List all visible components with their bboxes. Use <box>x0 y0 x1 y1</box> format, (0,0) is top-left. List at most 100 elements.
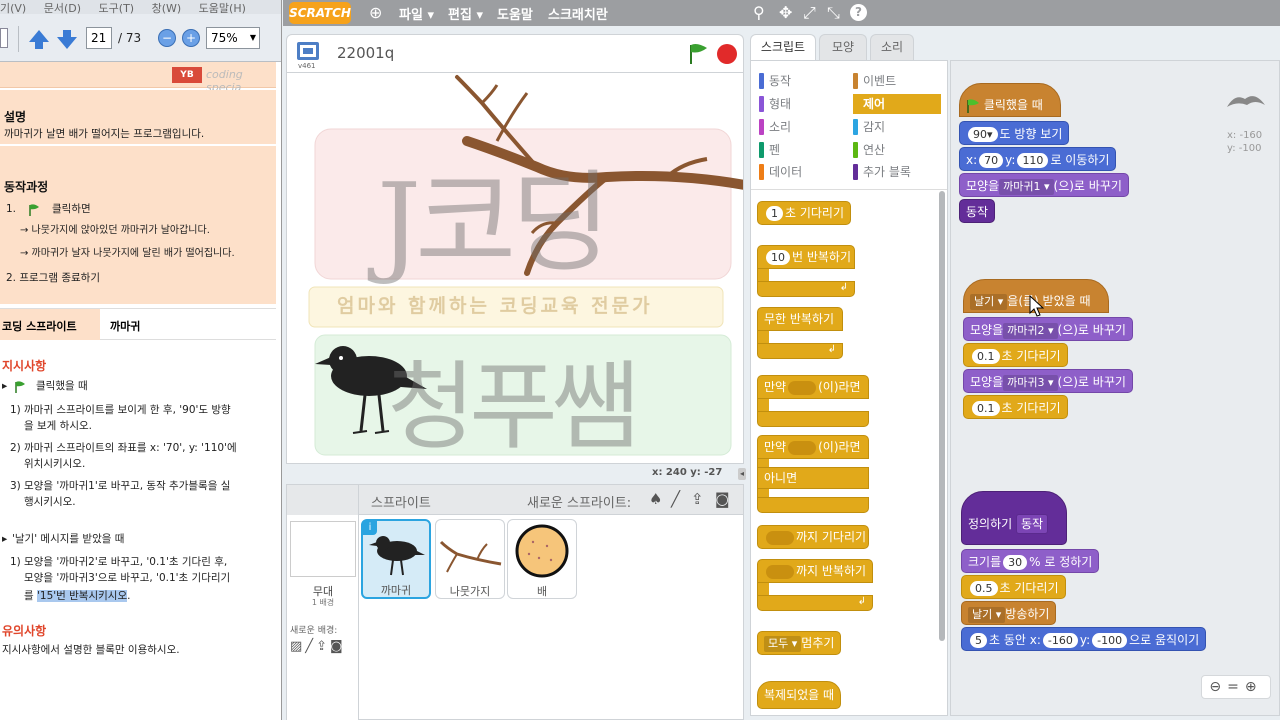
block-stop[interactable]: 모두 ▾ 멈추기 <box>757 631 842 655</box>
menu-edit[interactable]: 편집 ▾ <box>448 4 483 23</box>
repeat-input[interactable]: 10 <box>766 250 790 265</box>
x-input[interactable]: 70 <box>979 153 1004 168</box>
message-dropdown[interactable]: 날기 ▾ <box>970 293 1008 310</box>
category-more-blocks[interactable]: 추가 블록 <box>853 162 911 182</box>
stop-icon[interactable] <box>717 44 737 64</box>
prev-page-icon[interactable] <box>29 30 49 42</box>
zoom-out-icon[interactable]: ⊖ <box>1209 679 1227 695</box>
category-sensing[interactable]: 감지 <box>853 117 885 137</box>
category-data[interactable]: 데이터 <box>759 162 802 182</box>
block-if-else[interactable]: 만약 (이)라면 <box>757 435 869 459</box>
palette-scrollbar[interactable] <box>939 191 945 641</box>
condition-slot[interactable] <box>766 530 794 545</box>
costume-dropdown[interactable]: 까마귀2 ▾ <box>1003 322 1058 339</box>
category-sound[interactable]: 소리 <box>759 117 791 137</box>
block-repeat-until[interactable]: 까지 반복하기 <box>757 559 873 583</box>
y-input[interactable]: 110 <box>1017 153 1049 168</box>
sprite-branch[interactable]: 나뭇가지 <box>435 519 505 599</box>
block-when-clone[interactable]: 복제되었을 때 <box>757 681 842 709</box>
paint-sprite-icon[interactable]: ╱ <box>671 490 680 508</box>
wait-input[interactable]: 0.1 <box>972 349 1000 364</box>
menu-document[interactable]: 문서(D) <box>44 2 81 14</box>
zoom-in-icon[interactable]: + <box>182 29 200 47</box>
block-switch-costume[interactable]: 모양을 까마귀2 ▾ (으)로 바꾸기 <box>963 317 1133 341</box>
block-goto-xy[interactable]: x: 70 y: 110 로 이동하기 <box>959 147 1117 171</box>
category-control[interactable]: 제어 <box>853 94 941 114</box>
block-switch-costume[interactable]: 모양을 까마귀1 ▾ (으)로 바꾸기 <box>959 173 1129 197</box>
globe-icon[interactable]: ⊕ <box>369 3 382 22</box>
wait-input[interactable]: 1 <box>766 206 783 221</box>
tab-scripts[interactable]: 스크립트 <box>750 34 816 61</box>
project-title[interactable]: 22001q <box>337 44 394 62</box>
glide-y-input[interactable]: -100 <box>1092 633 1128 648</box>
wait-input[interactable]: 0.5 <box>970 581 998 596</box>
block-forever[interactable]: 무한 반복하기 <box>757 307 843 331</box>
collapse-stage-icon[interactable]: ◂ <box>738 468 746 480</box>
block-repeat[interactable]: 10 번 반복하기 <box>757 245 855 269</box>
menu-tools[interactable]: 도구(T) <box>99 2 135 14</box>
menu-about[interactable]: 스크래치란 <box>548 4 608 23</box>
block-broadcast[interactable]: 날기 ▾ 방송하기 <box>961 601 1057 625</box>
block-wait[interactable]: 0.5 초 기다리기 <box>961 575 1066 599</box>
fullscreen-icon[interactable] <box>297 42 319 60</box>
camera-sprite-icon[interactable]: ◙ <box>715 490 730 508</box>
condition-slot[interactable] <box>788 440 817 455</box>
block-wait[interactable]: 0.1 초 기다리기 <box>963 395 1068 419</box>
category-motion[interactable]: 동작 <box>759 71 791 91</box>
duplicate-icon[interactable]: ⚲ <box>753 3 765 22</box>
block-wait[interactable]: 0.1 초 기다리기 <box>963 343 1068 367</box>
glide-secs-input[interactable]: 5 <box>970 633 987 648</box>
stop-dropdown[interactable]: 모두 ▾ <box>764 635 802 652</box>
condition-slot[interactable] <box>766 564 794 579</box>
delete-icon[interactable]: ✥ <box>779 3 792 22</box>
menu-help[interactable]: 도움말(H) <box>199 2 246 14</box>
zoom-in-icon[interactable]: ⊕ <box>1245 679 1263 695</box>
category-pen[interactable]: 펜 <box>759 140 780 160</box>
menu-view[interactable]: 기(V) <box>0 2 26 14</box>
script-area[interactable]: x: -160 y: -100 클릭했을 때 90▾ 도 방향 보기 x: 70 y:… <box>950 60 1280 716</box>
stage-thumbnail[interactable] <box>290 521 356 577</box>
costume-dropdown[interactable]: 까마귀1 ▾ <box>999 178 1054 195</box>
menu-file[interactable]: 파일 ▾ <box>399 4 434 23</box>
block-glide[interactable]: 5초 동안 x: -160 y: -100 으로 움직이기 <box>961 627 1207 651</box>
page-icon[interactable] <box>0 28 8 48</box>
block-point-direction[interactable]: 90▾ 도 방향 보기 <box>959 121 1070 145</box>
zoom-reset-icon[interactable]: = <box>1227 679 1245 695</box>
costume-dropdown[interactable]: 까마귀3 ▾ <box>1003 374 1058 391</box>
define-name-slot[interactable]: 동작 <box>1016 514 1049 534</box>
block-switch-costume[interactable]: 모양을 까마귀3 ▾ (으)로 바꾸기 <box>963 369 1133 393</box>
grow-icon[interactable]: ⤢ <box>803 3 816 23</box>
sprite-library-icon[interactable]: ♠ <box>649 490 662 508</box>
tab-sounds[interactable]: 소리 <box>870 34 914 60</box>
scratch-logo[interactable]: SCRATCH <box>289 2 351 24</box>
shrink-icon[interactable]: ⤡ <box>827 3 840 23</box>
help-icon[interactable]: ? <box>850 4 867 21</box>
sprite-pear[interactable]: 배 <box>507 519 577 599</box>
sprite-crow[interactable]: i 까마귀 <box>361 519 431 599</box>
green-flag-icon[interactable] <box>687 43 709 65</box>
block-if[interactable]: 만약 (이)라면 <box>757 375 869 399</box>
zoom-select[interactable]: 75% ▼ <box>206 27 260 49</box>
menu-window[interactable]: 창(W) <box>152 2 182 14</box>
stage-canvas[interactable]: J코딩 엄마와 함께하는 코딩교육 전문가 청푸쌤 <box>286 72 744 464</box>
broadcast-dropdown[interactable]: 날기 ▾ <box>968 606 1006 623</box>
backdrop-tools-icons[interactable]: ▨╱⇪◙ <box>290 639 346 654</box>
info-icon[interactable]: i <box>363 521 377 535</box>
glide-x-input[interactable]: -160 <box>1042 633 1078 648</box>
block-wait[interactable]: 1초 기다리기 <box>757 201 852 225</box>
block-custom-action[interactable]: 동작 <box>959 199 996 223</box>
hat-when-flag-clicked[interactable]: 클릭했을 때 <box>959 83 1061 117</box>
page-number-input[interactable]: 21 <box>86 27 112 49</box>
next-page-icon[interactable] <box>57 37 77 49</box>
zoom-out-icon[interactable]: − <box>158 29 176 47</box>
block-define[interactable]: 정의하기 동작 <box>961 491 1067 545</box>
tab-costumes[interactable]: 모양 <box>819 34 867 60</box>
wait-input[interactable]: 0.1 <box>972 401 1000 416</box>
direction-input[interactable]: 90▾ <box>968 127 998 142</box>
block-wait-until[interactable]: 까지 기다리기 <box>757 525 869 549</box>
size-input[interactable]: 30 <box>1003 555 1028 570</box>
category-looks[interactable]: 형태 <box>759 94 791 114</box>
block-set-size[interactable]: 크기를 30% 로 정하기 <box>961 549 1100 573</box>
category-operators[interactable]: 연산 <box>853 140 885 160</box>
menu-help[interactable]: 도움말 <box>497 4 533 23</box>
